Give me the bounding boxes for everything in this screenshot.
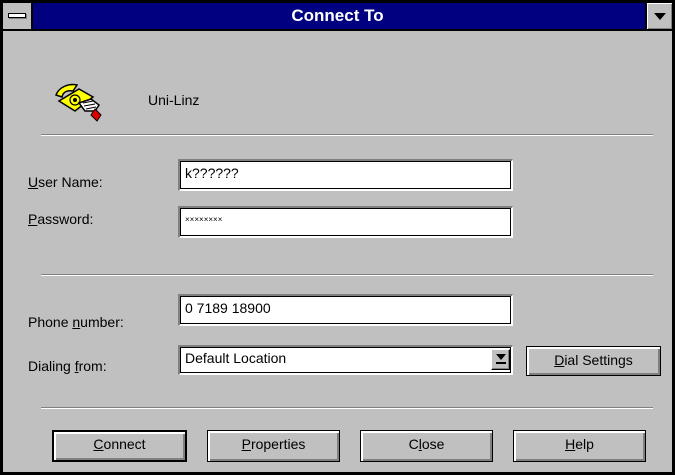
dial-settings-button[interactable]: Dial Settings (526, 346, 661, 376)
password-field[interactable]: ×××××××× (178, 206, 513, 238)
minimize-icon (654, 13, 666, 20)
properties-button[interactable]: Properties (207, 430, 340, 462)
dialing-from-value: Default Location (185, 350, 287, 366)
dialing-from-label: Dialing from: (28, 358, 107, 374)
minimize-button[interactable] (645, 3, 672, 29)
chevron-down-icon (496, 354, 506, 360)
divider (41, 407, 653, 409)
dialing-from-select[interactable]: Default Location (178, 345, 513, 375)
phone-number-field[interactable]: 0 7189 18900 (178, 294, 513, 326)
username-field[interactable]: k?????? (178, 159, 513, 191)
dropdown-button[interactable] (491, 349, 510, 370)
title-bar[interactable]: Connect To (3, 3, 672, 31)
username-label: User Name: (28, 174, 103, 190)
connection-name: Uni-Linz (148, 92, 200, 108)
close-button[interactable]: Close (360, 430, 493, 462)
divider (41, 134, 653, 136)
divider (41, 274, 653, 276)
connect-to-dialog: Connect To Uni-Linz User Name: k?????? P… (0, 0, 675, 475)
phone-number-label: Phone number: (28, 314, 124, 330)
connect-button[interactable]: Connect (52, 430, 187, 462)
telephone-icon (53, 81, 109, 123)
system-menu-icon (8, 13, 26, 18)
window-title: Connect To (291, 6, 384, 25)
system-menu-button[interactable] (3, 3, 33, 29)
help-button[interactable]: Help (513, 430, 646, 462)
password-label: Password: (28, 211, 94, 227)
